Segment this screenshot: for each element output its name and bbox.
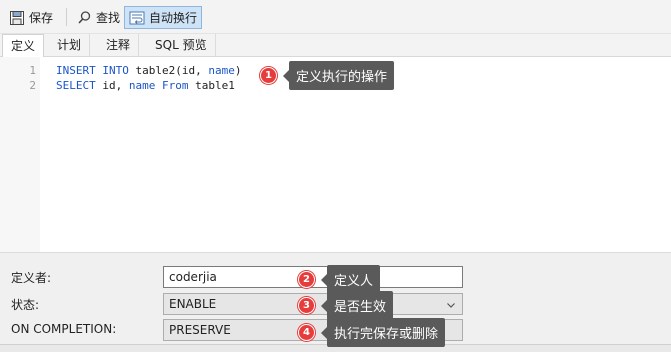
toolbar: 保存 查找 自动换行: [0, 0, 671, 34]
definer-value: coderjia: [169, 270, 217, 284]
find-button[interactable]: 查找: [73, 6, 124, 29]
keyword: SELECT: [56, 79, 96, 92]
definer-label: 定义者:: [11, 271, 52, 285]
annotation-callout: 执行完保存或删除: [320, 318, 446, 347]
annotation-callout: 定义执行的操作: [282, 61, 395, 90]
keyword: From: [162, 79, 189, 92]
code-text: table1: [188, 79, 235, 92]
toolbar-divider: [66, 8, 67, 26]
on-completion-value: PRESERVE: [169, 323, 231, 337]
tab-schedule[interactable]: 计划: [49, 34, 91, 57]
annotation-1: 1 定义执行的操作: [260, 61, 395, 90]
save-button-label: 保存: [29, 11, 54, 25]
status-value: ENABLE: [169, 297, 217, 311]
chevron-down-icon: [446, 299, 456, 313]
annotation-callout: 是否生效: [320, 291, 394, 320]
code-text: table2(id,: [128, 64, 209, 77]
annotation-number-badge: 3: [298, 297, 315, 314]
save-icon: [9, 10, 25, 26]
status-label: 状态:: [11, 298, 40, 312]
annotation-2: 2 定义人: [298, 265, 381, 294]
line-number: 1: [29, 64, 36, 77]
line-number-gutter: 1 2: [0, 57, 40, 252]
annotation-3: 3 是否生效: [298, 291, 394, 320]
find-button-label: 查找: [96, 11, 121, 25]
tab-definition[interactable]: 定义: [2, 34, 45, 58]
code-line-1[interactable]: INSERT INTO table2(id, name): [56, 64, 241, 77]
annotation-4: 4 执行完保存或删除: [298, 318, 446, 347]
tab-comment[interactable]: 注释: [98, 34, 140, 57]
code-text: ): [234, 64, 242, 77]
word-wrap-label: 自动换行: [149, 11, 198, 25]
line-number: 2: [29, 79, 36, 92]
tab-sql-preview[interactable]: SQL 预览: [147, 34, 216, 57]
search-icon: [77, 10, 92, 25]
save-button[interactable]: 保存: [5, 6, 57, 29]
annotation-callout: 定义人: [320, 265, 381, 294]
annotation-number-badge: 4: [298, 324, 315, 341]
annotation-number-badge: 2: [298, 271, 315, 288]
word-wrap-icon: [129, 10, 145, 26]
annotation-number-badge: 1: [260, 67, 277, 84]
code-text: id,: [95, 79, 129, 92]
code-line-2[interactable]: SELECT id, name From table1: [56, 79, 235, 92]
keyword: INSERT: [56, 64, 96, 77]
word-wrap-toggle[interactable]: 自动换行: [124, 6, 203, 29]
keyword: name: [208, 64, 235, 77]
on-completion-label: ON COMPLETION:: [11, 322, 117, 336]
keyword: name: [128, 79, 156, 92]
tab-bar: 定义 计划 注释 SQL 预览: [0, 34, 671, 58]
keyword: INTO: [102, 64, 129, 77]
